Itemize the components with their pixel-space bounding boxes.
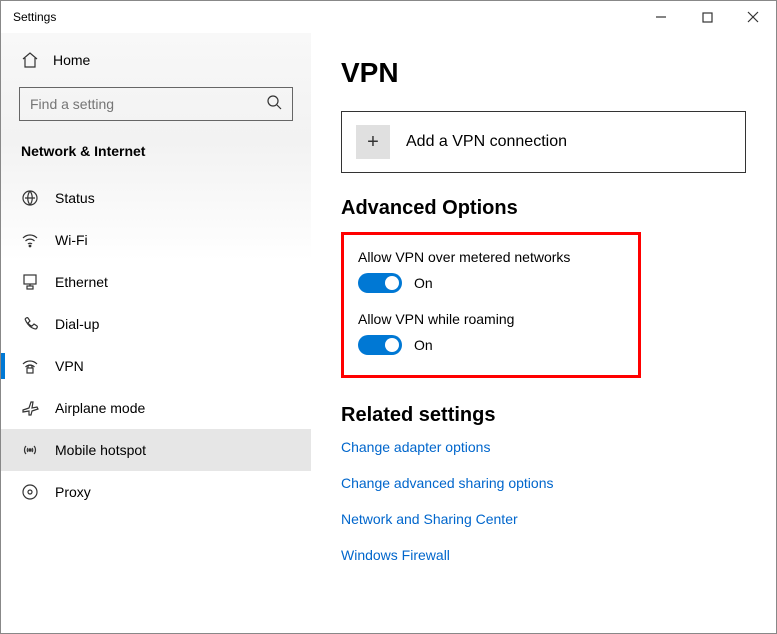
sidebar-item-airplane[interactable]: Airplane mode — [1, 387, 311, 429]
wifi-icon — [21, 231, 39, 249]
sidebar-item-label: Ethernet — [55, 274, 108, 290]
home-link[interactable]: Home — [1, 43, 311, 87]
sidebar-item-vpn[interactable]: VPN — [1, 345, 311, 387]
search-icon — [266, 94, 282, 115]
home-label: Home — [53, 52, 90, 68]
sidebar: Home Network & Internet Status Wi-Fi Eth… — [1, 33, 311, 633]
add-vpn-label: Add a VPN connection — [406, 133, 567, 151]
roaming-label: Allow VPN while roaming — [358, 311, 624, 327]
sidebar-item-hotspot[interactable]: Mobile hotspot — [1, 429, 311, 471]
roaming-state: On — [414, 337, 433, 353]
proxy-icon — [21, 483, 39, 501]
metered-toggle[interactable] — [358, 273, 402, 293]
link-adapter[interactable]: Change adapter options — [341, 439, 746, 455]
highlight-box: Allow VPN over metered networks On Allow… — [341, 232, 641, 378]
minimize-button[interactable] — [638, 1, 684, 33]
sidebar-item-label: VPN — [55, 358, 84, 374]
dialup-icon — [21, 315, 39, 333]
sidebar-item-proxy[interactable]: Proxy — [1, 471, 311, 513]
search-input[interactable] — [30, 96, 266, 112]
sidebar-item-label: Mobile hotspot — [55, 442, 146, 458]
related-heading: Related settings — [341, 404, 746, 427]
ethernet-icon — [21, 273, 39, 291]
link-sharing[interactable]: Change advanced sharing options — [341, 475, 746, 491]
search-box[interactable] — [19, 87, 293, 121]
category-label: Network & Internet — [1, 139, 311, 177]
window-title: Settings — [13, 10, 56, 24]
sidebar-item-label: Status — [55, 190, 95, 206]
plus-icon: + — [356, 125, 390, 159]
main-content: VPN + Add a VPN connection Advanced Opti… — [311, 33, 776, 633]
maximize-button[interactable] — [684, 1, 730, 33]
add-vpn-button[interactable]: + Add a VPN connection — [341, 111, 746, 173]
sidebar-item-label: Airplane mode — [55, 400, 145, 416]
sidebar-item-label: Dial-up — [55, 316, 99, 332]
roaming-toggle[interactable] — [358, 335, 402, 355]
link-firewall[interactable]: Windows Firewall — [341, 547, 746, 563]
sidebar-item-wifi[interactable]: Wi-Fi — [1, 219, 311, 261]
sidebar-item-label: Proxy — [55, 484, 91, 500]
sidebar-item-label: Wi-Fi — [55, 232, 88, 248]
page-title: VPN — [341, 57, 746, 89]
vpn-icon — [21, 357, 39, 375]
sidebar-item-dialup[interactable]: Dial-up — [1, 303, 311, 345]
link-network-center[interactable]: Network and Sharing Center — [341, 511, 746, 527]
airplane-icon — [21, 399, 39, 417]
advanced-heading: Advanced Options — [341, 197, 746, 220]
hotspot-icon — [21, 441, 39, 459]
sidebar-item-ethernet[interactable]: Ethernet — [1, 261, 311, 303]
titlebar: Settings — [1, 1, 776, 33]
metered-label: Allow VPN over metered networks — [358, 249, 624, 265]
close-button[interactable] — [730, 1, 776, 33]
sidebar-item-status[interactable]: Status — [1, 177, 311, 219]
status-icon — [21, 189, 39, 207]
metered-state: On — [414, 275, 433, 291]
home-icon — [21, 51, 39, 69]
